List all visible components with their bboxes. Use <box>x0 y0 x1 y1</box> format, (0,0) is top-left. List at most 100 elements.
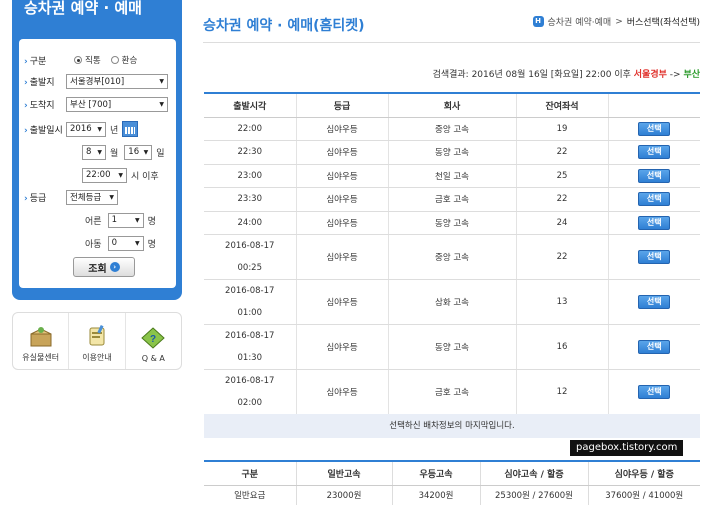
bus-company: 동양 고속 <box>388 140 517 165</box>
select-button[interactable]: 선택 <box>638 340 671 354</box>
direct-radio[interactable] <box>74 56 82 64</box>
table-row: 2016-08-17 00:25 심야우등 중앙 고속 22 선택 <box>204 234 700 280</box>
table-row: 24:00 심야우등 동양 고속 24 선택 <box>204 211 700 235</box>
child-label: 아동 <box>85 239 102 250</box>
search-result-summary: 검색결과: 2016년 08월 16일 [화요일] 22:00 이후 서울경부 … <box>433 67 700 80</box>
col-header-action <box>608 92 700 118</box>
col-header-time: 출발시각 <box>204 92 297 118</box>
departure-date: 2016-08-17 <box>225 286 275 296</box>
fare-header-row: 구분 일반고속 우등고속 심야고속 / 할증 심야우등 / 할증 <box>204 460 700 486</box>
time-select[interactable]: 22:00 <box>82 167 127 183</box>
table-row: 23:00 심야우등 천일 고속 25 선택 <box>204 164 700 188</box>
departure-datetime: 2016-08-17 01:30 <box>204 324 297 370</box>
fare-night-normal: 25300원 / 27600원 <box>480 485 589 505</box>
quick-link-guide[interactable]: 이용안내 <box>69 313 126 369</box>
day-unit: 일 <box>156 148 165 159</box>
bus-company: 중앙 고속 <box>388 117 517 141</box>
month-select[interactable]: 8 <box>82 144 106 160</box>
bus-company: 동양 고속 <box>388 211 517 235</box>
fare-premium: 34200원 <box>392 485 481 505</box>
search-button[interactable]: 조회 › <box>73 257 135 277</box>
trip-type-label: 구분 <box>24 54 66 67</box>
select-button[interactable]: 선택 <box>638 145 671 160</box>
table-row: 2016-08-17 01:30 심야우등 동양 고속 16 선택 <box>204 324 700 370</box>
arrival-label: 도착지 <box>24 98 66 111</box>
time-unit: 시 이후 <box>131 171 159 182</box>
select-button[interactable]: 선택 <box>638 192 671 207</box>
fare-table: 구분 일반고속 우등고속 심야고속 / 할증 심야우등 / 할증 일반요금 23… <box>204 460 700 505</box>
remaining-seats: 13 <box>516 279 609 325</box>
adult-unit: 명 <box>147 216 156 227</box>
bus-company: 중앙 고속 <box>388 234 517 280</box>
departure-datetime: 2016-08-17 01:00 <box>204 279 297 325</box>
quick-link-label: Q & A <box>141 354 165 363</box>
result-prefix: 검색결과: 2016년 08월 16일 [화요일] 22:00 이후 <box>432 70 631 80</box>
transfer-radio[interactable] <box>110 56 119 64</box>
departure-time: 23:00 <box>204 164 297 188</box>
select-button[interactable]: 선택 <box>638 121 671 136</box>
bus-grade: 심야우등 <box>296 187 389 212</box>
fare-type: 일반요금 <box>204 485 297 505</box>
select-button[interactable]: 선택 <box>638 385 671 399</box>
svg-text:?: ? <box>150 334 156 345</box>
year-select[interactable]: 2016 <box>66 121 106 137</box>
bus-grade: 심야우등 <box>296 369 389 415</box>
bus-grade: 심야우등 <box>296 164 389 188</box>
select-button[interactable]: 선택 <box>638 215 671 230</box>
sidebar-title: 승차권 예약 · 예매 <box>24 0 142 17</box>
adult-row: 어른 1 명 <box>85 212 156 228</box>
result-destination: 부산 <box>683 70 700 80</box>
breadcrumb-path[interactable]: 승차권 예약·예매 <box>548 15 612 28</box>
departure-time: 24:00 <box>204 211 297 235</box>
departure-date: 2016-08-17 <box>225 331 275 341</box>
lost-found-box-icon <box>30 327 52 347</box>
bus-company: 금호 고속 <box>388 369 517 415</box>
transfer-radio-label: 환승 <box>121 56 138 66</box>
home-icon[interactable]: H <box>532 16 544 27</box>
remaining-seats: 22 <box>516 234 609 280</box>
table-header-row: 출발시각 등급 회사 잔여좌석 <box>204 92 700 118</box>
departure-select[interactable]: 서울경부[010] <box>66 73 168 89</box>
departure-label: 출발지 <box>24 75 66 88</box>
child-unit: 명 <box>147 239 156 250</box>
quick-link-label: 유실물센터 <box>22 353 60 362</box>
calendar-icon[interactable] <box>122 121 139 137</box>
year-unit: 년 <box>110 125 119 136</box>
time-row: 22:00 시 이후 <box>82 167 159 183</box>
quick-links: 유실물센터 이용안내 ? Q & A <box>12 312 182 370</box>
search-form: 구분 직통 환승 출발지 서울경부[010] 도착지 부산 [700] 출발일시… <box>19 39 176 288</box>
quick-link-lost-found[interactable]: 유실물센터 <box>13 313 70 369</box>
breadcrumb-current: 버스선택(좌석선택) <box>626 18 700 28</box>
departure-time: 22:30 <box>204 140 297 165</box>
quick-link-qa[interactable]: ? Q & A <box>126 313 181 369</box>
result-arrow: -> <box>669 70 681 80</box>
adult-count-select[interactable]: 1 <box>107 212 144 228</box>
bus-grade: 심야우등 <box>296 211 389 235</box>
select-button[interactable]: 선택 <box>638 250 671 264</box>
day-select[interactable]: 16 <box>124 144 153 160</box>
departure-time: 01:00 <box>237 308 263 318</box>
grade-label: 등급 <box>24 191 66 204</box>
bus-results-table: 출발시각 등급 회사 잔여좌석 22:00 심야우등 중앙 고속 19 선택 2… <box>204 92 700 415</box>
date-label: 출발일시 <box>24 123 66 136</box>
select-button[interactable]: 선택 <box>638 295 671 309</box>
child-count-select[interactable]: 0 <box>107 235 144 251</box>
grade-row: 등급 전체등급 <box>24 189 118 205</box>
fare-row: 일반요금 23000원 34200원 25300원 / 27600원 37600… <box>204 485 700 505</box>
remaining-seats: 16 <box>516 324 609 370</box>
select-button[interactable]: 선택 <box>638 168 671 183</box>
bus-company: 금호 고속 <box>388 187 517 212</box>
arrival-row: 도착지 부산 [700] <box>24 96 168 112</box>
arrival-select[interactable]: 부산 [700] <box>66 96 168 112</box>
fare-col-night-premium: 심야우등 / 할증 <box>588 460 700 486</box>
bus-grade: 심야우등 <box>296 279 389 325</box>
child-row: 아동 0 명 <box>85 235 156 251</box>
bus-grade: 심야우등 <box>296 234 389 280</box>
departure-row: 출발지 서울경부[010] <box>24 73 168 89</box>
bus-company: 동양 고속 <box>388 324 517 370</box>
remaining-seats: 12 <box>516 369 609 415</box>
adult-label: 어른 <box>85 216 102 227</box>
month-unit: 월 <box>110 148 119 159</box>
remaining-seats: 22 <box>516 187 609 212</box>
grade-select[interactable]: 전체등급 <box>66 189 118 205</box>
